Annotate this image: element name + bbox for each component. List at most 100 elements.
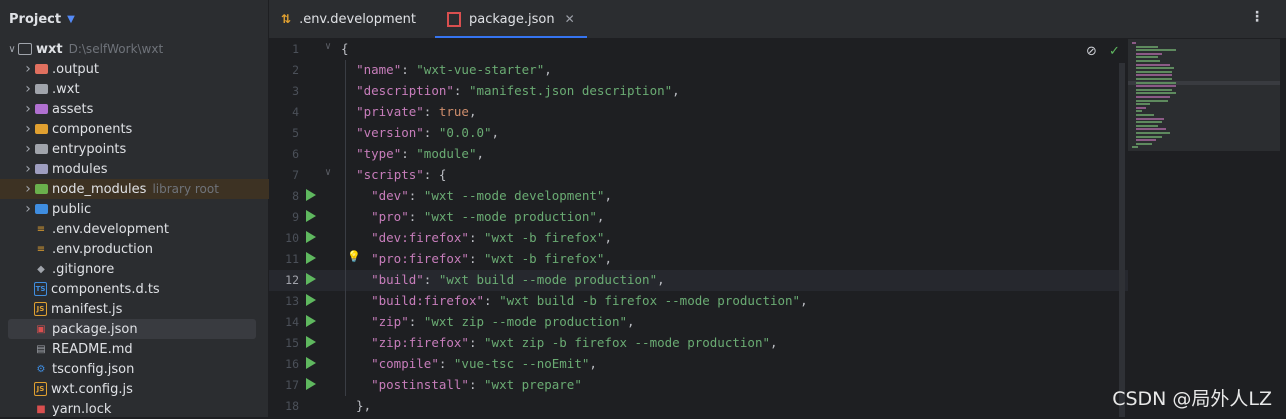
tree-item-label: assets [52, 101, 94, 117]
code-line[interactable]: 4 "private": true, [269, 102, 1128, 123]
line-number[interactable]: 4 [269, 105, 299, 119]
editor-scrollbar[interactable] [1119, 63, 1125, 417]
code-minimap[interactable] [1128, 39, 1280, 151]
project-view-header[interactable]: Project ▼ [0, 0, 268, 38]
code-line[interactable]: 17 "postinstall": "wxt prepare" [269, 375, 1128, 396]
tree-item-node-modules[interactable]: › node_modules library root [0, 179, 290, 199]
tree-item-gitignore[interactable]: ◆ .gitignore [0, 259, 290, 279]
run-script-icon[interactable] [306, 231, 316, 243]
chevron-right-icon[interactable]: › [22, 141, 34, 157]
code-line[interactable]: 10 "dev:firefox": "wxt -b firefox", [269, 228, 1128, 249]
tree-item-public[interactable]: › public [0, 199, 290, 219]
tree-item-env-production[interactable]: ≡ .env.production [0, 239, 290, 259]
run-script-icon[interactable] [306, 252, 316, 264]
tree-item-wxt[interactable]: ∨ wxt D:\selfWork\wxt [0, 39, 274, 59]
js-file-icon: JS [34, 382, 47, 396]
tree-item-wxt[interactable]: › .wxt [0, 79, 290, 99]
tree-item-output[interactable]: › .output [0, 59, 290, 79]
code-line[interactable]: 6 "type": "module", [269, 144, 1128, 165]
run-script-icon[interactable] [306, 357, 316, 369]
run-script-icon[interactable] [306, 315, 316, 327]
line-number[interactable]: 3 [269, 84, 299, 98]
code-text: "compile": "vue-tsc --noEmit", [371, 356, 597, 371]
tree-item-components-d-ts[interactable]: TS components.d.ts [0, 279, 290, 299]
inspection-ok-check-icon[interactable]: ✓ [1109, 44, 1120, 59]
line-number[interactable]: 18 [269, 399, 299, 413]
line-number[interactable]: 17 [269, 378, 299, 392]
line-number[interactable]: 9 [269, 210, 299, 224]
code-text: "zip": "wxt zip --mode production", [371, 314, 635, 329]
fold-icon[interactable]: ∨ [325, 167, 331, 178]
tree-item-components[interactable]: › components [0, 119, 290, 139]
npm-file-icon [447, 11, 461, 27]
chevron-right-icon[interactable]: › [22, 101, 34, 117]
line-number[interactable]: 14 [269, 315, 299, 329]
run-script-icon[interactable] [306, 273, 316, 285]
tab-label: package.json [469, 11, 555, 27]
tree-item-tsconfig-json[interactable]: ⚙ tsconfig.json [0, 359, 290, 379]
line-number[interactable]: 6 [269, 147, 299, 161]
code-line[interactable]: 15 "zip:firefox": "wxt zip -b firefox --… [269, 333, 1128, 354]
run-script-icon[interactable] [306, 336, 316, 348]
chevron-right-icon[interactable]: › [22, 61, 34, 77]
code-editor[interactable]: 1 ∨{2 "name": "wxt-vue-starter", 3 "descri… [269, 39, 1128, 417]
run-script-icon[interactable] [306, 294, 316, 306]
line-number[interactable]: 8 [269, 189, 299, 203]
line-number[interactable]: 16 [269, 357, 299, 371]
minimap-line [1136, 81, 1176, 84]
code-line[interactable]: 3 "description": "manifest.json descript… [269, 81, 1128, 102]
chevron-right-icon[interactable]: › [22, 121, 34, 137]
tree-item-entrypoints[interactable]: › entrypoints [0, 139, 290, 159]
code-line[interactable]: 7 ∨ "scripts": { [269, 165, 1128, 186]
code-line[interactable]: 12 "build": "wxt build --mode production… [269, 270, 1128, 291]
tree-item-label: .gitignore [52, 261, 115, 277]
tree-item-assets[interactable]: › assets [0, 99, 290, 119]
run-script-icon[interactable] [306, 189, 316, 201]
code-line[interactable]: 8 "dev": "wxt --mode development", [269, 186, 1128, 207]
tree-item-package-json[interactable]: ▣ package.json [0, 319, 290, 339]
tree-item-modules[interactable]: › modules [0, 159, 290, 179]
line-number[interactable]: 7 [269, 168, 299, 182]
tree-item-readme-md[interactable]: ▤ README.md [0, 339, 290, 359]
tree-item-env-development[interactable]: ≡ .env.development [0, 219, 290, 239]
line-number[interactable]: 2 [269, 63, 299, 77]
line-number[interactable]: 12 [269, 273, 299, 287]
code-line[interactable]: 18 }, [269, 396, 1128, 417]
tree-item-yarn-lock[interactable]: ■ yarn.lock [0, 399, 290, 419]
code-line[interactable]: 11 💡 "pro:firefox": "wxt -b firefox", [269, 249, 1128, 270]
tree-item-manifest-js[interactable]: JS manifest.js [0, 299, 290, 319]
run-script-icon[interactable] [306, 378, 316, 390]
code-line[interactable]: 2 "name": "wxt-vue-starter", [269, 60, 1128, 81]
chevron-right-icon[interactable]: › [22, 201, 34, 217]
line-number[interactable]: 13 [269, 294, 299, 308]
line-number[interactable]: 5 [269, 126, 299, 140]
kebab-menu-icon[interactable]: ⋮ [1250, 9, 1264, 25]
chevron-down-icon[interactable]: ∨ [6, 44, 18, 55]
code-line[interactable]: 13 "build:firefox": "wxt build -b firefo… [269, 291, 1128, 312]
fold-icon[interactable]: ∨ [325, 41, 331, 52]
code-line[interactable]: 16 "compile": "vue-tsc --noEmit", [269, 354, 1128, 375]
tree-item-label: README.md [52, 341, 133, 357]
code-line[interactable]: 9 "pro": "wxt --mode production", [269, 207, 1128, 228]
chevron-right-icon[interactable]: › [22, 81, 34, 97]
chevron-right-icon[interactable]: › [22, 161, 34, 177]
reader-mode-eye-icon[interactable]: ⊘ [1086, 44, 1097, 59]
line-number[interactable]: 15 [269, 336, 299, 350]
tree-item-wxt-config-js[interactable]: JS wxt.config.js [0, 379, 290, 399]
line-number[interactable]: 10 [269, 231, 299, 245]
code-line[interactable]: 14 "zip": "wxt zip --mode production", [269, 312, 1128, 333]
code-text: "scripts": { [356, 167, 447, 182]
npm-file-icon: ▣ [36, 323, 46, 335]
tab-env-development[interactable]: ⇅ .env.development [281, 0, 431, 38]
line-number[interactable]: 1 [269, 42, 299, 56]
close-icon[interactable]: ✕ [565, 12, 575, 26]
project-title[interactable]: Project [9, 12, 61, 27]
tree-item-label: modules [52, 161, 108, 177]
tab-package-json[interactable]: package.json ✕ [435, 0, 587, 38]
line-number[interactable]: 11 [269, 252, 299, 266]
chevron-right-icon[interactable]: › [22, 181, 34, 197]
chevron-down-icon[interactable]: ▼ [67, 14, 75, 25]
code-line[interactable]: 5 "version": "0.0.0", [269, 123, 1128, 144]
run-script-icon[interactable] [306, 210, 316, 222]
code-line[interactable]: 1 ∨ { [269, 39, 1128, 60]
